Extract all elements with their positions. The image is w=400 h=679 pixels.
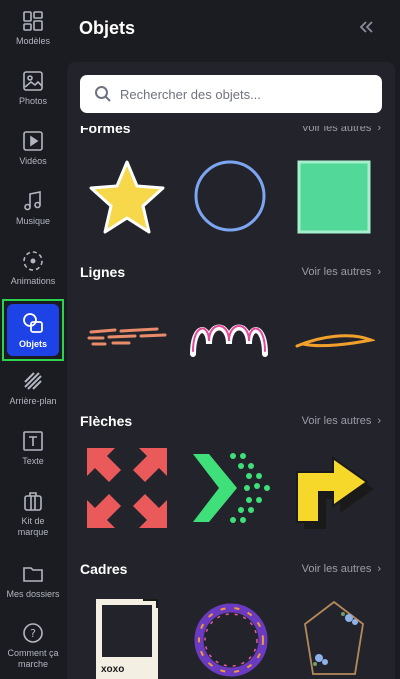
text-icon xyxy=(23,431,43,451)
see-all-formes-link[interactable]: Voir les autres › xyxy=(301,122,381,134)
rail-item-mes-dossiers[interactable]: Mes dossiers xyxy=(0,563,66,600)
help-icon: ? xyxy=(23,623,43,643)
circle-shape-thumbnail[interactable] xyxy=(193,158,267,234)
rail-label: Vidéos xyxy=(19,156,47,166)
rail-item-animations[interactable]: Animations xyxy=(0,250,66,287)
rail-label: Objets xyxy=(18,338,47,349)
geometric-floral-frame-thumbnail[interactable] xyxy=(299,598,369,679)
chevron-right-icon: › xyxy=(377,563,381,575)
see-all-label: Voir les autres xyxy=(301,415,372,427)
rail-label: Kit de marque xyxy=(17,516,49,537)
rail-label: Mes dossiers xyxy=(6,589,60,599)
objects-panel: Objets Rechercher des objets... Formes V… xyxy=(66,0,400,679)
svg-text:xoxo: xoxo xyxy=(101,664,124,675)
rail-label: Texte xyxy=(22,456,44,466)
corner-arrow-thumbnail[interactable] xyxy=(293,446,375,530)
briefcase-icon xyxy=(24,492,42,511)
rail-item-comment-ca-marche[interactable]: ? Comment ça marche xyxy=(0,622,66,670)
floral-wreath-frame-thumbnail[interactable] xyxy=(191,598,271,679)
chevron-dots-arrow-thumbnail[interactable] xyxy=(189,448,275,528)
expand-arrows-thumbnail[interactable] xyxy=(85,446,169,530)
star-shape-thumbnail[interactable] xyxy=(87,158,167,236)
collapse-panel-button[interactable] xyxy=(358,20,374,39)
rail-item-musique[interactable]: Musique xyxy=(0,190,66,227)
grid-icon xyxy=(23,11,43,31)
see-all-cadres-link[interactable]: Voir les autres › xyxy=(302,563,381,575)
music-icon xyxy=(24,191,41,211)
dashed-line-thumbnail[interactable] xyxy=(85,324,169,354)
rail-label: Animations xyxy=(10,276,56,286)
see-all-label: Voir les autres xyxy=(301,563,372,575)
double-chevron-left-icon xyxy=(359,21,373,33)
rail-item-objets-highlight: Objets xyxy=(7,304,59,356)
stripes-icon xyxy=(24,372,42,390)
search-field[interactable]: Rechercher des objets... xyxy=(80,75,382,113)
rail-item-texte[interactable]: Texte xyxy=(0,430,66,467)
rail-label: Musique xyxy=(15,216,51,226)
folder-icon xyxy=(23,567,43,582)
rail-label: Comment ça marche xyxy=(7,648,59,669)
shapes-icon xyxy=(23,312,43,333)
chevron-right-icon: › xyxy=(377,122,381,134)
rail-item-modeles[interactable]: Modèles xyxy=(0,10,66,47)
rail-item-videos[interactable]: Vidéos xyxy=(0,130,66,167)
rail-item-photos[interactable]: Photos xyxy=(0,70,66,107)
see-all-lignes-link[interactable]: Voir les autres › xyxy=(302,266,381,278)
rail-label: Arrière-plan xyxy=(9,396,57,406)
search-input[interactable]: Rechercher des objets... xyxy=(120,87,261,102)
objects-scroll-area[interactable]: Rechercher des objets... Formes Voir les… xyxy=(67,62,395,679)
section-title-cadres: Cadres xyxy=(80,561,128,577)
section-title-fleches: Flèches xyxy=(80,413,133,429)
see-all-fleches-link[interactable]: Voir les autres › xyxy=(302,415,381,427)
rail-item-arriere-plan[interactable]: Arrière-plan xyxy=(0,370,66,407)
section-title-formes: Formes xyxy=(80,120,131,136)
svg-text:?: ? xyxy=(30,627,36,640)
panel-title: Objets xyxy=(79,18,136,38)
search-icon xyxy=(95,86,111,102)
chevron-right-icon: › xyxy=(377,266,381,278)
rail-label: Photos xyxy=(18,96,48,106)
squiggle-line-thumbnail[interactable] xyxy=(187,314,271,364)
chevron-right-icon: › xyxy=(377,415,381,427)
polaroid-frame-thumbnail[interactable]: xoxo xyxy=(95,598,159,679)
see-all-label: Voir les autres xyxy=(301,266,372,278)
rail-item-kit-de-marque[interactable]: Kit de marque xyxy=(0,490,66,538)
rail-item-objets[interactable]: Objets xyxy=(2,299,64,361)
swoosh-line-thumbnail[interactable] xyxy=(291,326,375,356)
image-icon xyxy=(23,71,43,91)
rail-label: Modèles xyxy=(15,36,51,46)
animation-icon xyxy=(23,251,43,271)
square-shape-thumbnail[interactable] xyxy=(297,160,371,234)
play-icon xyxy=(23,131,43,151)
section-title-lignes: Lignes xyxy=(80,264,126,280)
see-all-label: Voir les autres xyxy=(301,122,372,134)
left-nav-rail: Modèles Photos Vidéos Musique Animations… xyxy=(0,0,66,679)
